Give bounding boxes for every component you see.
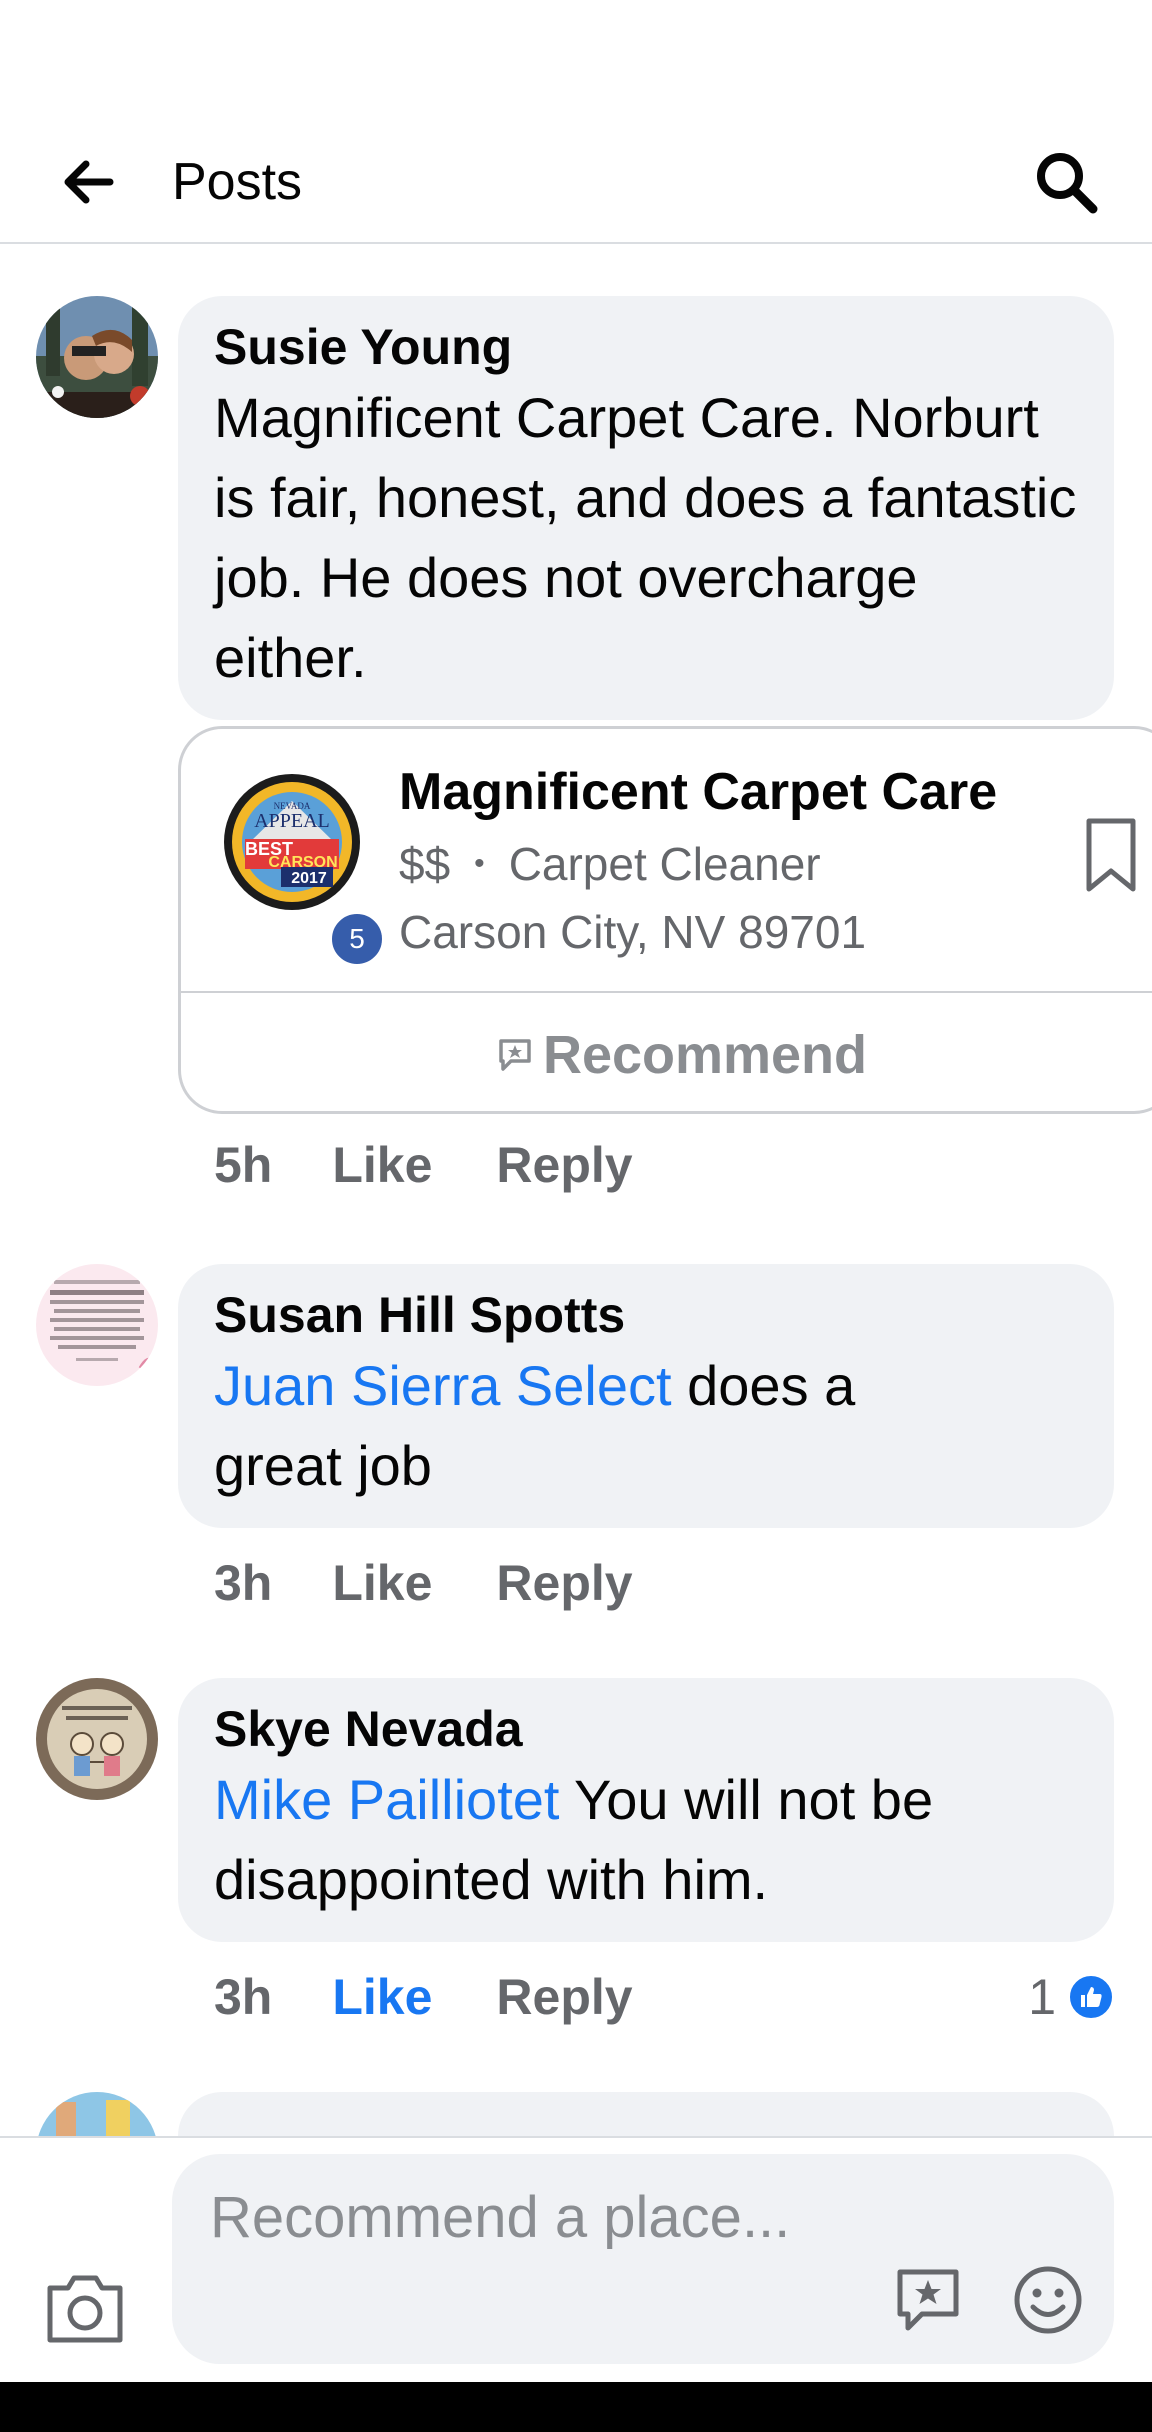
avatar-photo xyxy=(36,2092,158,2136)
comment-actions: 3h Like Reply xyxy=(214,1548,633,1618)
comment-author[interactable]: Skye Nevada xyxy=(214,1698,1078,1760)
input-placeholder: Recommend a place... xyxy=(210,2185,791,2250)
avatar-photo xyxy=(36,1678,158,1800)
comment-text-part: disappointed with him. xyxy=(214,1848,769,1911)
comment-composer: Recommend a place... xyxy=(0,2136,1152,2382)
comment-time[interactable]: 3h xyxy=(214,1968,272,2026)
bookmark-icon xyxy=(1086,818,1136,892)
emoji-button[interactable] xyxy=(1012,2264,1084,2336)
mention-link[interactable]: Mike Pailliotet xyxy=(214,1768,559,1831)
reaction-summary[interactable]: 1 xyxy=(1028,1962,1116,2032)
comments-feed[interactable]: Susie Young Magnificent Carpet Care. Nor… xyxy=(0,246,1152,2136)
recommend-label: Recommend xyxy=(542,1025,868,1085)
comment-bubble[interactable] xyxy=(178,2092,1114,2136)
comment-actions: 3h Like Reply xyxy=(214,1962,633,2032)
avatar[interactable] xyxy=(36,1264,158,1386)
recommend-place-button[interactable] xyxy=(892,2264,964,2336)
app-header: Posts xyxy=(0,120,1152,244)
system-nav-bar xyxy=(0,2382,1152,2432)
like-button[interactable]: Like xyxy=(332,1968,432,2026)
avatar[interactable] xyxy=(36,2092,158,2136)
back-button[interactable] xyxy=(50,144,126,220)
comment-author[interactable]: Susie Young xyxy=(214,316,1078,378)
bookmark-button[interactable] xyxy=(1081,815,1141,895)
like-icon xyxy=(1066,1972,1116,2022)
place-name[interactable]: Magnificent Carpet Care xyxy=(399,757,997,827)
search-icon xyxy=(1037,153,1098,214)
mention-link[interactable]: Juan Sierra Select xyxy=(214,1354,672,1417)
rank-badge: 5 xyxy=(329,911,385,967)
emoji-icon xyxy=(1014,2266,1082,2334)
like-button[interactable]: Like xyxy=(332,1136,432,1194)
avatar[interactable] xyxy=(36,1678,158,1800)
place-category: Carpet Cleaner xyxy=(508,838,821,890)
place-price: $$ xyxy=(399,838,451,890)
recommend-icon xyxy=(499,1039,531,1071)
avatar[interactable] xyxy=(36,296,158,418)
logo-text: CARSON xyxy=(268,854,337,871)
recommend-icon xyxy=(897,2269,959,2331)
logo-text: APPEAL xyxy=(254,810,330,832)
comment-time[interactable]: 3h xyxy=(214,1554,272,1612)
recommend-button[interactable]: Recommend xyxy=(181,993,1152,1117)
comment-text: Juan Sierra Select does a great job xyxy=(214,1346,1078,1506)
camera-button[interactable] xyxy=(44,2270,126,2346)
page-title: Posts xyxy=(172,153,303,211)
reply-button[interactable]: Reply xyxy=(496,1968,632,2026)
comment-text-part: You will not be xyxy=(559,1768,934,1831)
status-bar xyxy=(0,0,1152,120)
recommend-input[interactable]: Recommend a place... xyxy=(172,2154,1114,2364)
place-card[interactable]: NEVADA APPEAL BEST CARSON 2017 5 Magnifi… xyxy=(178,726,1152,1114)
reply-button[interactable]: Reply xyxy=(496,1554,632,1612)
comment-bubble[interactable]: Susan Hill Spotts Juan Sierra Select doe… xyxy=(178,1264,1114,1528)
place-meta: $$ • Carpet Cleaner xyxy=(399,833,821,895)
camera-icon xyxy=(47,2275,123,2343)
separator-dot: • xyxy=(474,847,485,880)
comment-text-part: great job xyxy=(214,1434,432,1497)
search-button[interactable] xyxy=(1026,142,1106,222)
place-logo: NEVADA APPEAL BEST CARSON 2017 xyxy=(224,774,360,910)
comment-actions: 5h Like Reply xyxy=(214,1130,633,1200)
comment-bubble[interactable]: Susie Young Magnificent Carpet Care. Nor… xyxy=(178,296,1114,720)
logo-text: 2017 xyxy=(291,870,327,887)
comment-bubble[interactable]: Skye Nevada Mike Pailliotet You will not… xyxy=(178,1678,1114,1942)
back-arrow-icon xyxy=(64,160,114,204)
comment-time[interactable]: 5h xyxy=(214,1136,272,1194)
comment-text: Mike Pailliotet You will not be disappoin… xyxy=(214,1760,1078,1920)
comment-text-part: does a xyxy=(671,1354,856,1417)
reply-button[interactable]: Reply xyxy=(496,1136,632,1194)
avatar-photo xyxy=(36,1264,158,1386)
avatar-photo xyxy=(36,296,158,418)
comment-text: Magnificent Carpet Care. Norburt is fair… xyxy=(214,386,1077,689)
reaction-count: 1 xyxy=(1028,1969,1056,2025)
comment-author[interactable]: Susan Hill Spotts xyxy=(214,1284,1078,1346)
like-button[interactable]: Like xyxy=(332,1554,432,1612)
place-location: Carson City, NV 89701 xyxy=(399,906,867,958)
